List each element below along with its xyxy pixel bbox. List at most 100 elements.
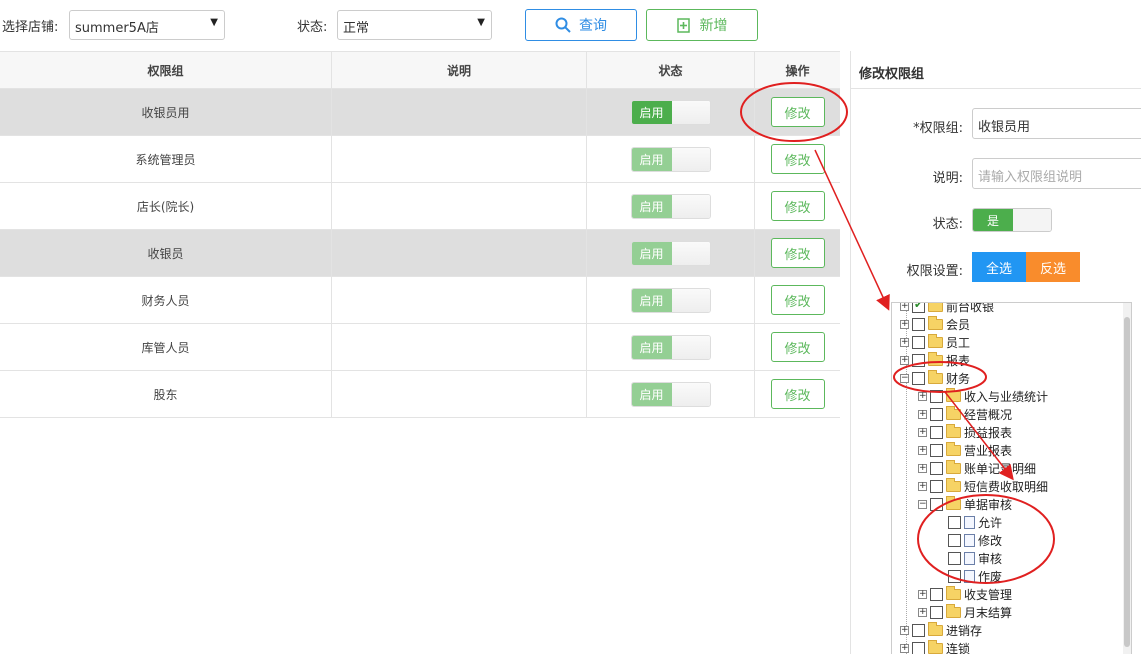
collapse-icon[interactable]: − (900, 373, 909, 383)
action-cell: 修改 (755, 277, 840, 323)
tree-checkbox[interactable] (912, 641, 925, 654)
tree-checkbox[interactable] (912, 371, 925, 385)
tree-folder-item[interactable]: + 前台收银 (900, 303, 994, 315)
tree-checkbox[interactable] (930, 605, 943, 619)
table-row[interactable]: 店长(院长) 启用 修改 (0, 183, 840, 230)
table-row[interactable]: 股东 启用 修改 (0, 371, 840, 418)
folder-icon (946, 441, 961, 456)
tree-folder-item[interactable]: + 账单记录明细 (918, 459, 1036, 477)
folder-icon (946, 603, 961, 618)
select-all-button[interactable]: 全选 (972, 252, 1026, 282)
expand-icon[interactable]: + (918, 607, 927, 617)
tree-checkbox[interactable] (930, 587, 943, 601)
tree-checkbox[interactable] (930, 425, 943, 439)
expand-icon[interactable]: + (900, 625, 909, 635)
tree-checkbox[interactable] (930, 407, 943, 421)
expand-icon[interactable]: + (918, 427, 927, 437)
tree-checkbox[interactable] (930, 479, 943, 493)
store-select[interactable]: summer5A店 ▼ (69, 10, 225, 40)
expand-icon[interactable]: + (918, 589, 927, 599)
expand-icon[interactable]: + (918, 409, 927, 419)
status-toggle[interactable]: 启用 (630, 334, 711, 360)
tree-scrollbar-thumb[interactable] (1124, 317, 1130, 647)
status-toggle-label: 启用 (631, 382, 672, 406)
tree-leaf-item[interactable]: 审核 (936, 549, 1002, 567)
tree-folder-item[interactable]: + 进销存 (900, 621, 982, 639)
tree-checkbox[interactable] (930, 461, 943, 475)
tree-checkbox[interactable] (948, 533, 961, 547)
edit-button[interactable]: 修改 (770, 332, 825, 362)
edit-button[interactable]: 修改 (770, 285, 825, 315)
expand-icon[interactable]: + (918, 481, 927, 491)
add-button[interactable]: 新增 (646, 9, 758, 41)
table-row[interactable]: 系统管理员 启用 修改 (0, 136, 840, 183)
tree-folder-item[interactable]: − 财务 (900, 369, 970, 387)
tree-folder-item[interactable]: + 短信费收取明细 (918, 477, 1048, 495)
expand-icon[interactable]: + (900, 643, 909, 653)
edit-button[interactable]: 修改 (770, 191, 825, 221)
tree-checkbox[interactable] (930, 389, 943, 403)
table-row[interactable]: 收银员 启用 修改 (0, 230, 840, 277)
status-select[interactable]: 正常 ▼ (337, 10, 492, 40)
status-toggle[interactable]: 是 (972, 208, 1052, 232)
table-row[interactable]: 财务人员 启用 修改 (0, 277, 840, 324)
tree-folder-item[interactable]: + 连锁 (900, 639, 970, 654)
tree-checkbox[interactable] (912, 317, 925, 331)
tree-folder-item[interactable]: + 员工 (900, 333, 970, 351)
edit-button[interactable]: 修改 (770, 238, 825, 268)
group-name-input[interactable]: 收银员用 (972, 108, 1141, 139)
expand-icon[interactable]: + (900, 319, 909, 329)
edit-button[interactable]: 修改 (770, 144, 825, 174)
tree-folder-item[interactable]: + 营业报表 (918, 441, 1012, 459)
table-row[interactable]: 收银员用 启用 修改 (0, 89, 840, 136)
collapse-icon[interactable]: − (918, 499, 927, 509)
expand-icon[interactable]: + (900, 337, 909, 347)
status-toggle[interactable]: 启用 (630, 193, 711, 219)
tree-leaf-item[interactable]: 允许 (936, 513, 1002, 531)
tree-checkbox[interactable] (912, 303, 925, 313)
invert-selection-button[interactable]: 反选 (1026, 252, 1080, 282)
tree-checkbox[interactable] (948, 551, 961, 565)
status-toggle[interactable]: 启用 (630, 99, 711, 125)
expand-icon[interactable]: + (900, 303, 909, 311)
folder-icon (946, 459, 961, 474)
edit-button[interactable]: 修改 (770, 379, 825, 409)
expand-icon[interactable]: + (900, 355, 909, 365)
status-toggle[interactable]: 启用 (630, 381, 711, 407)
status-cell: 启用 (587, 89, 755, 135)
tree-folder-item[interactable]: + 损益报表 (918, 423, 1012, 441)
tree-checkbox[interactable] (930, 497, 943, 511)
store-label: 选择店铺: (2, 20, 59, 35)
expand-icon[interactable]: + (918, 463, 927, 473)
tree-checkbox[interactable] (912, 623, 925, 637)
status-toggle[interactable]: 启用 (630, 146, 711, 172)
tree-folder-item[interactable]: + 报表 (900, 351, 970, 369)
expand-icon[interactable]: + (918, 391, 927, 401)
tree-folder-item[interactable]: + 月末结算 (918, 603, 1012, 621)
tree-scrollbar[interactable] (1123, 303, 1131, 654)
tree-checkbox[interactable] (912, 353, 925, 367)
tree-checkbox[interactable] (948, 515, 961, 529)
tree-leaf-item[interactable]: 修改 (936, 531, 1002, 549)
tree-node-label: 营业报表 (964, 443, 1013, 458)
tree-folder-item[interactable]: + 经营概况 (918, 405, 1012, 423)
tree-checkbox[interactable] (930, 443, 943, 457)
table-row[interactable]: 库管人员 启用 修改 (0, 324, 840, 371)
tree-leaf-item[interactable]: 作废 (936, 567, 1002, 585)
tree-checkbox[interactable] (912, 335, 925, 349)
query-button[interactable]: 查询 (525, 9, 637, 41)
folder-icon (928, 333, 943, 348)
tree-folder-item[interactable]: + 收支管理 (918, 585, 1012, 603)
tree-folder-item[interactable]: + 收入与业绩统计 (918, 387, 1048, 405)
status-toggle[interactable]: 启用 (630, 240, 711, 266)
tree-folder-item[interactable]: − 单据审核 (918, 495, 1012, 513)
folder-icon (946, 387, 961, 402)
tree-folder-item[interactable]: + 会员 (900, 315, 970, 333)
desc-cell (332, 277, 587, 323)
status-toggle[interactable]: 启用 (630, 287, 711, 313)
edit-button[interactable]: 修改 (770, 97, 825, 127)
status-toggle-on: 是 (973, 209, 1013, 231)
desc-input[interactable]: 请输入权限组说明 (972, 158, 1141, 189)
expand-icon[interactable]: + (918, 445, 927, 455)
tree-checkbox[interactable] (948, 569, 961, 583)
